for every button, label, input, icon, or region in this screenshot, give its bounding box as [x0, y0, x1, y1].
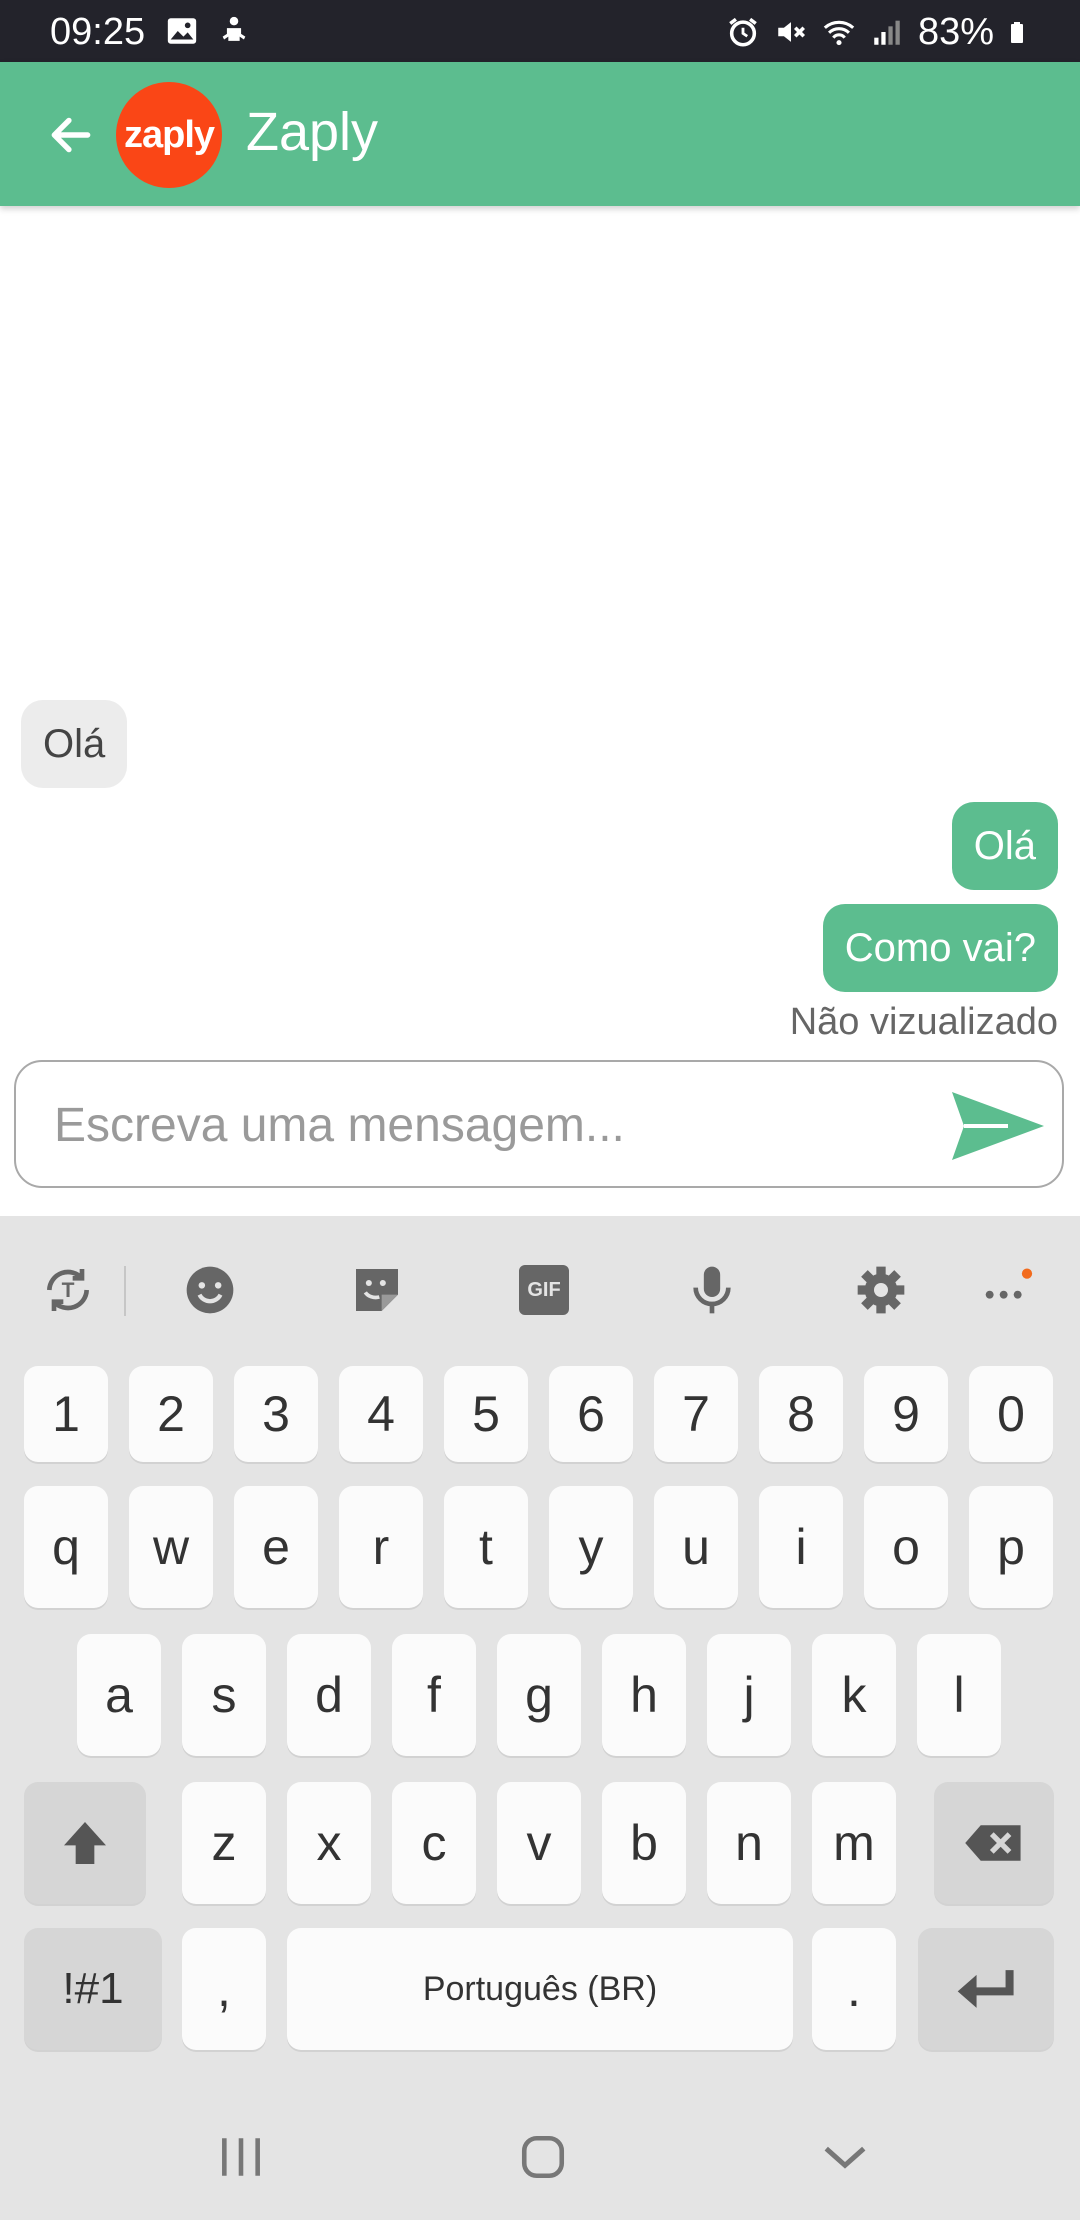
key-b[interactable]: b	[602, 1782, 686, 1904]
key-n[interactable]: n	[707, 1782, 791, 1904]
back-chevron-icon[interactable]	[820, 2134, 870, 2180]
key-z[interactable]: z	[182, 1782, 266, 1904]
app-header: zaply Zaply	[0, 62, 1080, 206]
svg-text:T: T	[62, 1279, 75, 1302]
key-6[interactable]: 6	[549, 1366, 633, 1462]
key-v[interactable]: v	[497, 1782, 581, 1904]
translate-icon[interactable]: T	[38, 1260, 98, 1320]
key-h[interactable]: h	[602, 1634, 686, 1756]
recents-icon[interactable]	[216, 2134, 266, 2180]
key-x[interactable]: x	[287, 1782, 371, 1904]
message-composer	[14, 1060, 1064, 1188]
symbols-key[interactable]: !#1	[24, 1928, 162, 2050]
alarm-icon	[729, 17, 757, 47]
period-key[interactable]: .	[812, 1928, 896, 2050]
key-g[interactable]: g	[497, 1634, 581, 1756]
key-s[interactable]: s	[182, 1634, 266, 1756]
key-4[interactable]: 4	[339, 1366, 423, 1462]
send-icon[interactable]	[948, 1084, 1048, 1168]
key-l[interactable]: l	[917, 1634, 1001, 1756]
status-time: 09:25	[50, 11, 146, 53]
key-a[interactable]: a	[77, 1634, 161, 1756]
key-q[interactable]: q	[24, 1486, 108, 1608]
home-icon[interactable]	[518, 2132, 568, 2182]
gif-label: GIF	[519, 1265, 569, 1315]
more-icon[interactable]	[976, 1260, 1036, 1320]
key-1[interactable]: 1	[24, 1366, 108, 1462]
signal-icon	[874, 20, 900, 45]
key-2[interactable]: 2	[129, 1366, 213, 1462]
key-k[interactable]: k	[812, 1634, 896, 1756]
zaply-logo: zaply	[116, 82, 222, 188]
key-o[interactable]: o	[864, 1486, 948, 1608]
chat-title: Zaply	[246, 102, 379, 162]
sticker-icon[interactable]	[347, 1260, 407, 1320]
comma-key[interactable]: ,	[182, 1928, 266, 2050]
emoji-icon[interactable]	[180, 1260, 240, 1320]
battery-percent: 83%	[917, 11, 994, 53]
bug-icon	[222, 16, 246, 41]
key-f[interactable]: f	[392, 1634, 476, 1756]
back-arrow-icon[interactable]	[46, 110, 96, 160]
key-9[interactable]: 9	[864, 1366, 948, 1462]
nav-bar	[0, 2090, 1080, 2220]
read-status: Não vizualizado	[789, 1001, 1058, 1043]
key-j[interactable]: j	[707, 1634, 791, 1756]
key-r[interactable]: r	[339, 1486, 423, 1608]
backspace-key[interactable]	[934, 1782, 1054, 1904]
key-d[interactable]: d	[287, 1634, 371, 1756]
message-incoming: Olá	[21, 700, 128, 788]
mic-icon[interactable]	[682, 1260, 742, 1320]
key-m[interactable]: m	[812, 1782, 896, 1904]
gif-icon[interactable]: GIF	[514, 1260, 574, 1320]
key-c[interactable]: c	[392, 1782, 476, 1904]
key-y[interactable]: y	[549, 1486, 633, 1608]
key-8[interactable]: 8	[759, 1366, 843, 1462]
key-w[interactable]: w	[129, 1486, 213, 1608]
message-outgoing: Olá	[951, 802, 1058, 890]
status-bar: 09:25 83%	[0, 0, 1080, 62]
key-5[interactable]: 5	[444, 1366, 528, 1462]
space-key[interactable]: Português (BR)	[287, 1928, 793, 2050]
key-e[interactable]: e	[234, 1486, 318, 1608]
settings-icon[interactable]	[851, 1260, 911, 1320]
enter-icon	[957, 1970, 1014, 2008]
key-p[interactable]: p	[969, 1486, 1053, 1608]
mute-icon	[778, 22, 805, 42]
wifi-icon	[823, 20, 855, 46]
message-input[interactable]	[52, 1062, 936, 1188]
message-outgoing: Como vai?	[822, 904, 1058, 992]
keyboard: T GIF 1 2 3 4 5 6 7 8 9 0 q w e r t y u …	[0, 1216, 1080, 2220]
enter-key[interactable]	[918, 1928, 1054, 2050]
key-7[interactable]: 7	[654, 1366, 738, 1462]
shift-arrow-icon	[64, 1822, 106, 1864]
battery-icon	[1011, 22, 1023, 43]
image-icon	[167, 18, 197, 44]
backspace-icon	[965, 1825, 1021, 1861]
key-0[interactable]: 0	[969, 1366, 1053, 1462]
key-t[interactable]: t	[444, 1486, 528, 1608]
toolbar-divider	[124, 1266, 126, 1316]
key-u[interactable]: u	[654, 1486, 738, 1608]
key-3[interactable]: 3	[234, 1366, 318, 1462]
key-i[interactable]: i	[759, 1486, 843, 1608]
shift-key[interactable]	[24, 1782, 146, 1904]
